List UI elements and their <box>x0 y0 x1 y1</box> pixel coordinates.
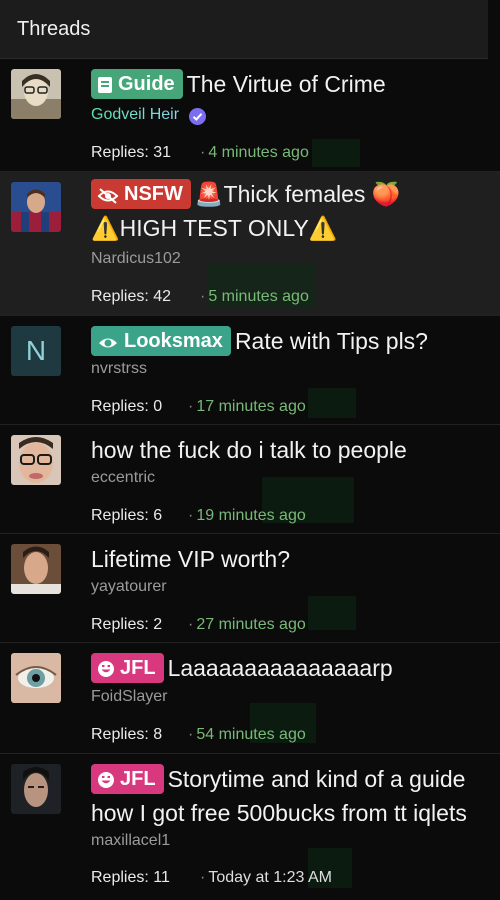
thread-time[interactable]: · 5 minutes ago <box>200 288 309 306</box>
prefix-badge-jfl[interactable]: JFL <box>91 764 164 794</box>
background-watermark <box>308 596 356 630</box>
avatar[interactable] <box>11 653 61 703</box>
avatar[interactable] <box>11 69 61 119</box>
reply-count: Replies: 31 <box>91 144 172 161</box>
reply-count: Replies: 0 <box>91 398 163 415</box>
thread-item[interactable]: JFL Laaaaaaaaaaaaaaarp FoidSlayer Replies… <box>0 643 500 754</box>
thread-title[interactable]: NSFW 🚨Thick females 🍑 ⚠️HIGH TEST ONLY⚠️ <box>91 177 490 245</box>
reply-count: Replies: 8 <box>91 726 163 743</box>
verified-icon <box>189 108 206 125</box>
thread-item[interactable]: how the fuck do i talk to people eccentr… <box>0 425 500 534</box>
thread-title-text-line2[interactable]: ⚠️HIGH TEST ONLY⚠️ <box>91 215 337 241</box>
avatar[interactable] <box>11 764 61 814</box>
thread-author[interactable]: Nardicus102 <box>91 250 181 268</box>
thread-author[interactable]: nvrstrss <box>91 360 147 378</box>
avatar[interactable] <box>11 544 61 594</box>
thread-item[interactable]: N Looksmax Rate with Tips pls? nvrstrss R… <box>0 316 500 425</box>
thread-title[interactable]: Looksmax Rate with Tips pls? <box>91 324 490 358</box>
thread-time[interactable]: · Today at 1:23 AM <box>200 869 332 887</box>
avatar[interactable]: N <box>11 326 61 376</box>
laugh-icon <box>97 768 115 798</box>
thread-time[interactable]: · 27 minutes ago <box>188 616 306 634</box>
prefix-badge-jfl[interactable]: JFL <box>91 653 164 683</box>
background-watermark <box>308 388 356 418</box>
thread-author[interactable]: FoidSlayer <box>91 688 167 706</box>
thread-item[interactable]: Guide The Virtue of Crime Godveil Heir Re… <box>0 59 500 172</box>
eye-off-icon <box>97 183 119 213</box>
thread-item[interactable]: Lifetime VIP worth? yayatourer Replies: … <box>0 534 500 643</box>
prefix-badge-looksmax[interactable]: Looksmax <box>91 326 231 356</box>
thread-title[interactable]: Lifetime VIP worth? <box>91 542 490 576</box>
thread-title[interactable]: Guide The Virtue of Crime <box>91 67 490 101</box>
background-watermark <box>312 139 360 167</box>
thread-title[interactable]: JFL Storytime and kind of a guide how I g… <box>91 762 490 830</box>
reply-count: Replies: 42 <box>91 288 172 305</box>
eye-icon <box>97 330 119 360</box>
thread-author[interactable]: yayatourer <box>91 578 167 596</box>
thread-title-text[interactable]: The Virtue of Crime <box>187 71 386 97</box>
thread-title-text[interactable]: how the fuck do i talk to people <box>91 437 407 463</box>
laugh-icon <box>97 657 115 687</box>
thread-title[interactable]: how the fuck do i talk to people <box>91 433 490 467</box>
thread-title[interactable]: JFL Laaaaaaaaaaaaaaarp <box>91 651 490 685</box>
thread-time[interactable]: · 17 minutes ago <box>188 398 306 416</box>
page-title: Threads <box>17 18 91 40</box>
thread-time[interactable]: · 19 minutes ago <box>188 507 306 525</box>
thread-author[interactable]: eccentric <box>91 469 155 487</box>
thread-author[interactable]: maxillacel1 <box>91 832 170 850</box>
threads-header: Threads <box>0 0 500 59</box>
reply-count: Replies: 2 <box>91 616 163 633</box>
thread-item[interactable]: NSFW 🚨Thick females 🍑 ⚠️HIGH TEST ONLY⚠️ … <box>0 172 500 316</box>
thread-time[interactable]: · 54 minutes ago <box>188 726 306 744</box>
book-icon <box>97 73 113 103</box>
avatar[interactable] <box>11 435 61 485</box>
threads-header-bar: Threads <box>0 0 488 59</box>
thread-title-text[interactable]: 🚨Thick females 🍑 <box>195 181 401 207</box>
avatar[interactable] <box>11 182 61 232</box>
prefix-badge-nsfw[interactable]: NSFW <box>91 179 191 209</box>
thread-title-text[interactable]: Rate with Tips pls? <box>235 328 428 354</box>
thread-title-text[interactable]: Lifetime VIP worth? <box>91 546 290 572</box>
thread-time[interactable]: · 4 minutes ago <box>200 144 309 162</box>
thread-title-text[interactable]: Laaaaaaaaaaaaaaarp <box>168 655 393 681</box>
reply-count: Replies: 6 <box>91 507 163 524</box>
prefix-badge-guide[interactable]: Guide <box>91 69 183 99</box>
reply-count: Replies: 11 <box>91 869 170 886</box>
thread-item[interactable]: JFL Storytime and kind of a guide how I g… <box>0 754 500 900</box>
thread-author[interactable]: Godveil Heir <box>91 106 179 124</box>
